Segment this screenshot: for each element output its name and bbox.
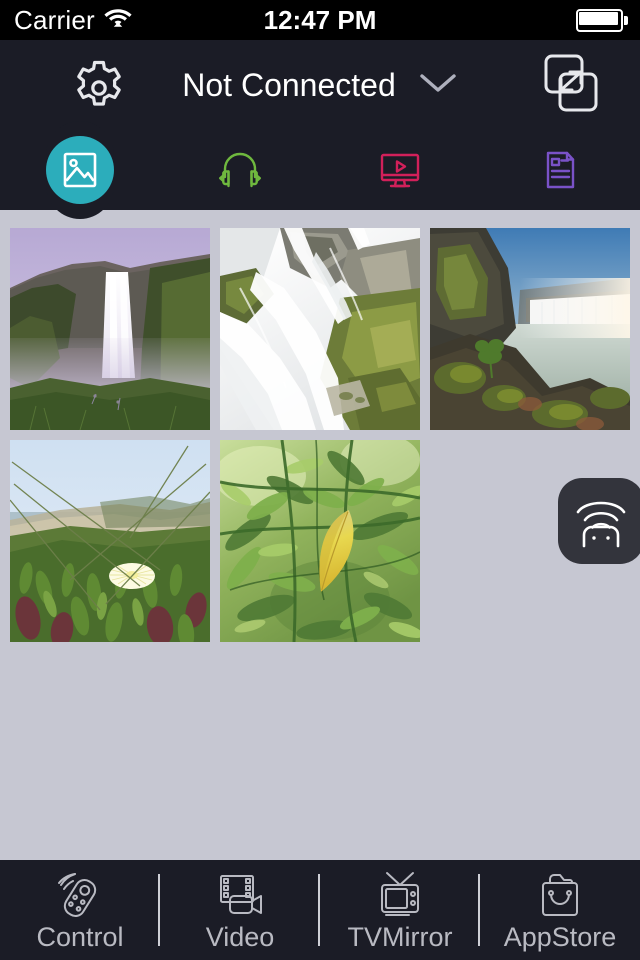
photo-thumbnail[interactable] [430, 228, 630, 430]
photo-thumbnail[interactable] [220, 228, 420, 430]
toolbar-item-appstore[interactable]: AppStore [480, 860, 640, 960]
headphones-icon [214, 146, 266, 194]
photo-icon [58, 148, 102, 192]
document-icon [537, 146, 583, 194]
tv-icon [375, 870, 425, 922]
photo-grid [10, 228, 634, 642]
toolbar-label-video: Video [205, 922, 275, 952]
cast-wifi-icon [570, 490, 632, 553]
chevron-down-icon[interactable] [418, 71, 458, 100]
toolbar-item-video[interactable]: Video [160, 860, 320, 960]
nav-bar: Not Connected [0, 40, 640, 130]
appstore-bag-icon [534, 870, 586, 922]
toolbar-label-control: Control [36, 922, 124, 952]
dune-flower-beach [10, 440, 210, 642]
toolbar-item-control[interactable]: Control [0, 860, 160, 960]
monitor-play-icon [373, 147, 427, 193]
cast-device-button[interactable] [558, 478, 640, 564]
wide-waterfall-lagoon [430, 228, 630, 430]
tab-audio[interactable] [160, 130, 320, 210]
video-camera-icon [213, 870, 267, 922]
status-bar: Carrier 12:47 PM [0, 0, 640, 40]
toolbar-item-tvmirror[interactable]: TVMirror [320, 860, 480, 960]
status-bar-time: 12:47 PM [263, 4, 377, 35]
photo-grid-area [0, 210, 640, 860]
bottom-toolbar: Control Video TVMirror AppStore [0, 860, 640, 960]
tab-documents[interactable] [480, 130, 640, 210]
photo-thumbnail[interactable] [10, 440, 210, 642]
toolbar-label-appstore: AppStore [503, 922, 617, 952]
remote-control-icon [54, 870, 106, 922]
battery-icon [576, 9, 628, 32]
waterfall-cliff-purple-sky [10, 228, 210, 430]
screen-mirror-icon [538, 50, 604, 121]
photo-thumbnail[interactable] [10, 228, 210, 430]
yellow-leaf-green-foliage [220, 440, 420, 642]
app-root: Carrier 12:47 PM Not Connected Control V… [0, 0, 640, 960]
connection-status-label: Not Connected [182, 66, 396, 103]
media-type-tab-bar [0, 121, 640, 219]
tab-photos[interactable] [0, 121, 160, 219]
cascading-waterfall-mossy-rocks [220, 228, 420, 430]
screen-mirror-button[interactable] [538, 52, 604, 118]
tab-video[interactable] [320, 130, 480, 210]
photo-thumbnail[interactable] [220, 440, 420, 642]
toolbar-label-tvmirror: TVMirror [347, 922, 453, 952]
